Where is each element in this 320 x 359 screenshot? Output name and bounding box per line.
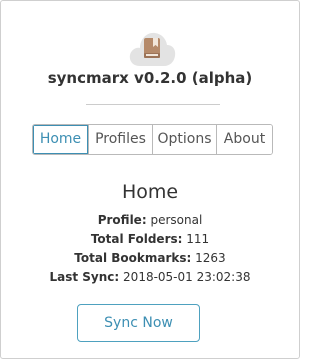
- last-sync-row: Last Sync: 2018-05-01 23:02:38: [1, 270, 299, 284]
- app-title: syncmarx v0.2.0 (alpha): [47, 69, 253, 87]
- profile-row: Profile: personal: [1, 213, 299, 227]
- tab-home[interactable]: Home: [33, 125, 88, 154]
- total-folders-value: 111: [186, 232, 210, 246]
- total-bookmarks-value: 1263: [195, 251, 226, 265]
- total-bookmarks-row: Total Bookmarks: 1263: [1, 251, 299, 265]
- section-title: Home: [121, 181, 179, 203]
- tab-options[interactable]: Options: [152, 125, 216, 154]
- total-folders-label: Total Folders:: [90, 232, 183, 246]
- total-folders-row: Total Folders: 111: [1, 232, 299, 246]
- last-sync-label: Last Sync:: [49, 270, 120, 284]
- profile-label: Profile:: [97, 213, 147, 227]
- sync-now-button[interactable]: Sync Now: [77, 304, 200, 342]
- title-divider: [86, 104, 220, 105]
- total-bookmarks-label: Total Bookmarks:: [74, 251, 192, 265]
- tab-profiles[interactable]: Profiles: [88, 125, 152, 154]
- extension-popup: syncmarx v0.2.0 (alpha) Home Profiles Op…: [0, 0, 300, 359]
- profile-value: personal: [150, 213, 203, 227]
- nav-tabs: Home Profiles Options About: [32, 124, 273, 155]
- cloud-bookmark-icon: [129, 32, 176, 66]
- last-sync-value: 2018-05-01 23:02:38: [123, 270, 251, 284]
- tab-about[interactable]: About: [216, 125, 272, 154]
